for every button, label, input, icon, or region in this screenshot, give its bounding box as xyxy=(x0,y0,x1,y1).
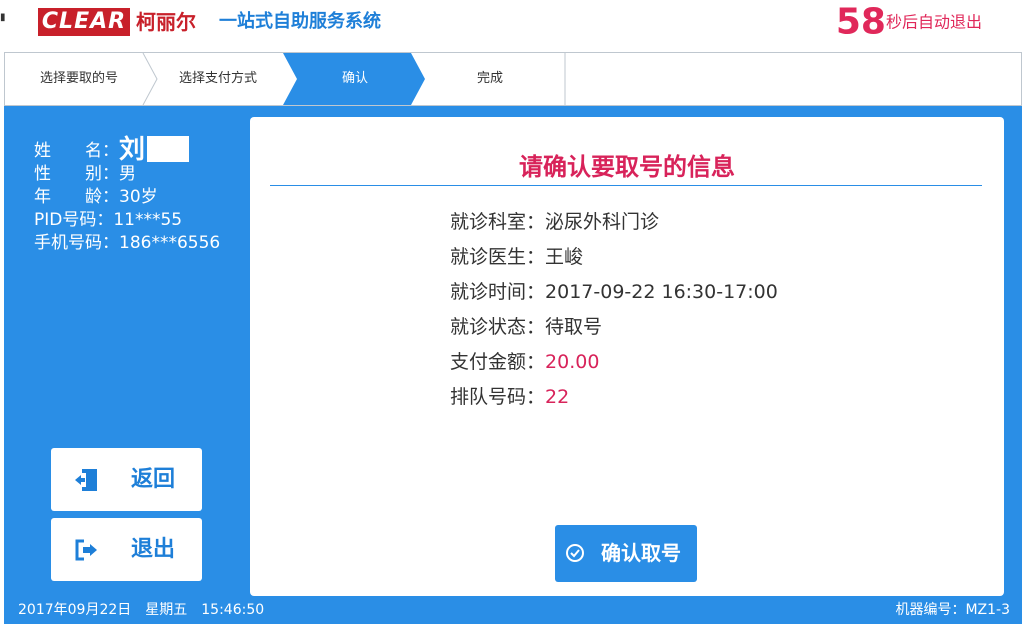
card-title: 请确认要取号的信息 xyxy=(519,153,735,181)
step-select-number: 选择要取的号 xyxy=(39,71,118,86)
queue-number: 22 xyxy=(545,386,570,408)
header: ▮ CLEAR 柯丽尔 一站式自助服务系统 58秒后自动退出 xyxy=(0,0,1026,52)
name-redaction xyxy=(147,136,190,162)
step-complete: 完成 xyxy=(476,71,503,86)
edge-mark: ▮ xyxy=(0,12,6,23)
phone-value: 186***6556 xyxy=(119,233,221,253)
check-circle-icon xyxy=(566,544,584,562)
pid-value: 11***55 xyxy=(113,210,183,230)
back-button[interactable]: 返回 xyxy=(51,448,202,511)
detail-row: 就诊时间：2017-09-22 16:30-17:00 xyxy=(450,275,778,310)
detail-label: 就诊状态： xyxy=(450,316,546,338)
payment-amount: 20.00 xyxy=(545,351,600,373)
exit-button[interactable]: 退出 xyxy=(51,518,202,581)
detail-value: 泌尿外科门诊 xyxy=(545,211,660,233)
detail-value: 王峻 xyxy=(545,246,584,268)
detail-row: 就诊科室：泌尿外科门诊 xyxy=(450,205,778,240)
gender-label: 性 别： xyxy=(34,164,119,184)
countdown-seconds: 58 xyxy=(835,1,886,43)
logo-cn: 柯丽尔 xyxy=(136,10,196,34)
age-label: 年 龄： xyxy=(34,187,119,207)
detail-label: 排队号码： xyxy=(450,386,546,408)
countdown-text: 秒后自动退出 xyxy=(885,12,982,32)
back-label: 返回 xyxy=(131,467,176,492)
step-confirm: 确认 xyxy=(341,71,368,86)
confirm-card: 请确认要取号的信息 就诊科室：泌尿外科门诊 就诊医生：王峻 就诊时间：2017-… xyxy=(250,117,1004,596)
patient-info: 姓 名：刘 性 别：男 年 龄：30岁 PID号码：11***55 手机号码：1… xyxy=(34,136,220,255)
footer: 2017年09月22日 星期五 15:46:50 机器编号：MZ1-3 xyxy=(4,596,1022,624)
detail-value: 待取号 xyxy=(545,316,603,338)
detail-value: 2017-09-22 16:30-17:00 xyxy=(545,281,778,303)
detail-row: 排队号码：22 xyxy=(450,380,778,415)
card-divider xyxy=(270,185,982,186)
main-panel: 姓 名：刘 性 别：男 年 龄：30岁 PID号码：11***55 手机号码：1… xyxy=(4,106,1022,596)
confirm-label: 确认取号 xyxy=(601,541,681,565)
pid-row: PID号码：11***55 xyxy=(34,209,220,232)
back-icon xyxy=(75,469,97,491)
step-divider-1 xyxy=(142,53,158,105)
countdown: 58秒后自动退出 xyxy=(836,2,982,42)
name-label: 姓 名： xyxy=(34,141,119,161)
detail-label: 支付金额： xyxy=(450,351,546,373)
gender-row: 性 别：男 xyxy=(34,163,220,186)
detail-row: 就诊状态：待取号 xyxy=(450,310,778,345)
logo-text: CLEAR xyxy=(41,9,127,34)
name-row: 姓 名：刘 xyxy=(34,136,220,163)
pid-label: PID号码： xyxy=(34,210,114,230)
progress-steps: 选择要取的号 选择支付方式 确认 完成 xyxy=(4,52,1022,106)
machine-id: 机器编号：MZ1-3 xyxy=(895,602,1010,618)
age-row: 年 龄：30岁 xyxy=(34,186,220,209)
detail-label: 就诊时间： xyxy=(450,281,546,303)
footer-datetime: 2017年09月22日 星期五 15:46:50 xyxy=(18,602,265,618)
detail-row: 就诊医生：王峻 xyxy=(450,240,778,275)
name-value: 刘 xyxy=(119,135,146,165)
phone-label: 手机号码： xyxy=(34,233,119,253)
step-select-payment: 选择支付方式 xyxy=(178,71,257,86)
exit-label: 退出 xyxy=(131,537,176,562)
age-value: 30岁 xyxy=(119,187,158,207)
confirm-button[interactable]: 确认取号 xyxy=(555,525,697,582)
system-title: 一站式自助服务系统 xyxy=(219,11,381,32)
exit-icon xyxy=(75,539,97,561)
gender-value: 男 xyxy=(119,164,136,184)
details-list: 就诊科室：泌尿外科门诊 就诊医生：王峻 就诊时间：2017-09-22 16:3… xyxy=(450,205,778,415)
detail-label: 就诊科室： xyxy=(450,211,546,233)
logo: CLEAR xyxy=(38,8,130,36)
detail-label: 就诊医生： xyxy=(450,246,546,268)
detail-row: 支付金额：20.00 xyxy=(450,345,778,380)
phone-row: 手机号码：186***6556 xyxy=(34,232,220,255)
